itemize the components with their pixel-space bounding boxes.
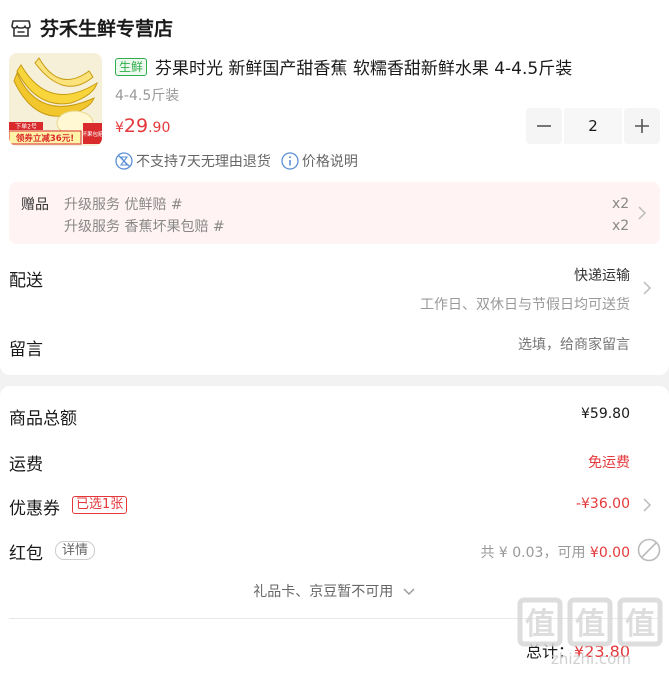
message-input[interactable]	[430, 337, 630, 353]
gift-item-name: 升级服务 香蕉坏果包赔 #	[64, 219, 225, 235]
price-currency: ¥	[115, 120, 124, 136]
decrease-button[interactable]	[526, 108, 562, 144]
product-thumbnail[interactable]: 下单2号 领券立减36元! 坏果包赔	[9, 53, 102, 146]
goods-total-value: ¥59.80	[581, 406, 630, 422]
gift-item-name: 升级服务 优鲜赔 #	[64, 197, 183, 213]
thumb-badge-right: 坏果包赔	[81, 130, 102, 138]
coupon-label: 优惠券	[9, 499, 60, 519]
delivery-method[interactable]: 快递运输	[574, 265, 630, 285]
fresh-tag: 生鲜	[115, 57, 148, 76]
giftcard-note: 礼品卡、京豆暂不可用	[253, 584, 394, 600]
delivery-label: 配送	[9, 271, 43, 291]
product-title-row[interactable]: 生鲜 芬果时光 新鲜国产甜香蕉 软糯香甜新鲜水果 4-4.5斤装	[115, 54, 635, 79]
redpacket-used: ¥0.00	[589, 545, 630, 561]
redpacket-label: 红包	[9, 544, 43, 564]
quantity-value[interactable]: 2	[564, 108, 622, 144]
price-integer: 29	[123, 115, 149, 137]
info-icon	[281, 152, 299, 170]
product-price: ¥29.90	[115, 115, 170, 137]
no-return-text: 不支持7天无理由退货	[136, 154, 271, 170]
chevron-right-icon[interactable]	[642, 497, 652, 513]
redpacket-available: 共 ¥ 0.03，可用	[480, 545, 590, 561]
order-card: 芬禾生鲜专营店 下单2号 领券立减36元! 坏果包赔 生鲜 芬果时光 新鲜国产甜…	[0, 0, 669, 375]
gift-item-qty: x2	[612, 196, 630, 212]
price-explanation-link[interactable]: 价格说明	[302, 151, 358, 171]
shipping-label: 运费	[9, 455, 43, 475]
price-decimal: .90	[148, 120, 171, 136]
increase-button[interactable]	[624, 108, 660, 144]
product-notices: 不支持7天无理由退货 价格说明	[115, 151, 358, 171]
redpacket-detail-button[interactable]: 详情	[55, 541, 96, 560]
product-spec: 4-4.5斤装	[115, 88, 180, 104]
shop-name: 芬禾生鲜专营店	[40, 18, 174, 40]
coupon-value[interactable]: -¥36.00	[576, 496, 630, 512]
minus-icon	[537, 125, 551, 127]
thumb-badge-left: 领券立减36元!	[15, 133, 74, 144]
thumb-badge-top: 下单2号	[15, 123, 37, 131]
chevron-down-icon	[403, 588, 415, 595]
shop-header[interactable]: 芬禾生鲜专营店	[10, 14, 173, 41]
banana-image: 下单2号 领券立减36元! 坏果包赔	[9, 53, 102, 146]
watermark-site: zhizhi.com	[551, 650, 631, 668]
watermark-char: 值	[525, 607, 555, 642]
shipping-value: 免运费	[588, 455, 630, 471]
product-title: 芬果时光 新鲜国产甜香蕉 软糯香甜新鲜水果 4-4.5斤装	[155, 59, 573, 79]
message-label: 留言	[9, 340, 43, 360]
no-return-icon	[115, 152, 133, 170]
disabled-icon[interactable]	[637, 538, 661, 562]
chevron-right-icon	[638, 206, 647, 220]
quantity-stepper: 2	[526, 108, 660, 144]
gifts-panel[interactable]: 赠品 升级服务 优鲜赔 # x2 升级服务 香蕉坏果包赔 # x2	[9, 182, 660, 244]
delivery-note: 工作日、双休日与节假日均可送货	[420, 297, 630, 313]
shop-icon	[11, 19, 31, 37]
chevron-right-icon[interactable]	[642, 280, 652, 296]
goods-total-label: 商品总额	[9, 409, 77, 429]
gifts-label: 赠品	[21, 197, 49, 213]
gift-item-qty: x2	[612, 218, 630, 234]
plus-icon	[635, 119, 649, 133]
watermark-logo: 值 值 值 zhizhi.com	[517, 597, 663, 668]
redpacket-values: 共 ¥ 0.03，可用 ¥0.00	[480, 542, 630, 562]
coupon-selected-badge[interactable]: 已选1张	[72, 496, 128, 514]
watermark-char: 值	[575, 607, 605, 642]
watermark-char: 值	[625, 607, 655, 642]
